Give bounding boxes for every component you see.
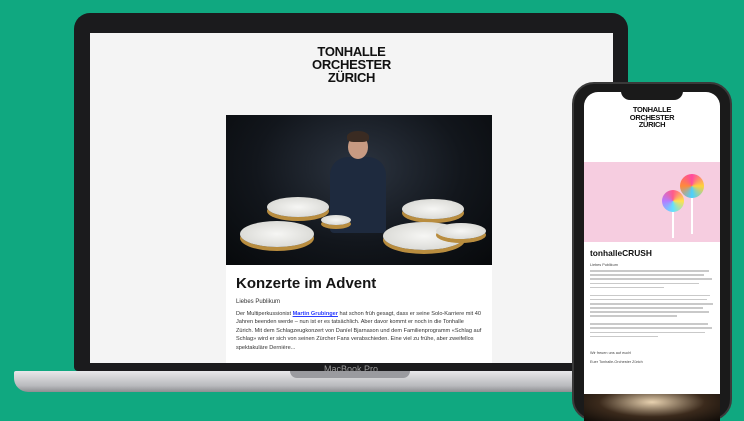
article-body: Der Multiperkussionist Martin Grubinger … <box>236 310 482 352</box>
timpani-drum <box>402 199 464 219</box>
timpani-drum <box>321 215 351 225</box>
laptop-trackpad-notch <box>290 371 410 378</box>
mobile-signoff: Wir freuen uns auf euch! <box>590 351 632 355</box>
lollipop-photo <box>584 162 720 242</box>
concert-hall-photo <box>584 394 720 421</box>
hero-photo-drummer <box>226 115 492 265</box>
lollipop-icon <box>662 190 684 212</box>
article-greeting: Liebes Publikum <box>236 299 281 305</box>
timpani-drum <box>436 223 486 239</box>
article-title: Konzerte im Advent <box>236 275 377 292</box>
orchestra-logo: TONHALLE ORCHESTER ZÜRICH <box>584 106 720 129</box>
lollipop-icon <box>680 174 704 198</box>
logo-line: ZÜRICH <box>638 120 666 129</box>
artist-link[interactable]: Martin Grubinger <box>293 311 338 317</box>
mobile-article-title: tonhalleCRUSH <box>590 248 652 258</box>
lollipop-stick <box>672 212 674 238</box>
timpani-drum <box>267 197 329 217</box>
laptop-chin: MacBook Pro <box>74 363 628 374</box>
phone-notch <box>621 88 683 100</box>
lollipop-stick <box>691 198 693 234</box>
laptop-screen: TONHALLE ORCHESTER ZÜRICH Konzerte im Ad… <box>90 33 613 363</box>
phone-screen: TONHALLE ORCHESTER ZÜRICH tonhalleCRUSH … <box>584 92 720 421</box>
timpani-drum <box>240 221 314 247</box>
orchestra-logo: TONHALLE ORCHESTER ZÜRICH <box>90 45 613 84</box>
mobile-greeting: Liebes Publikum <box>590 263 618 267</box>
drummer-hair <box>347 131 369 142</box>
mobile-signature: Euer Tonhalle-Orchester Zürich <box>590 360 643 364</box>
email-article: Konzerte im Advent Liebes Publikum Der M… <box>226 265 492 363</box>
mobile-body-text <box>590 270 714 340</box>
body-text: Der Multiperkussionist <box>236 311 293 317</box>
logo-line: ZÜRICH <box>327 70 376 85</box>
